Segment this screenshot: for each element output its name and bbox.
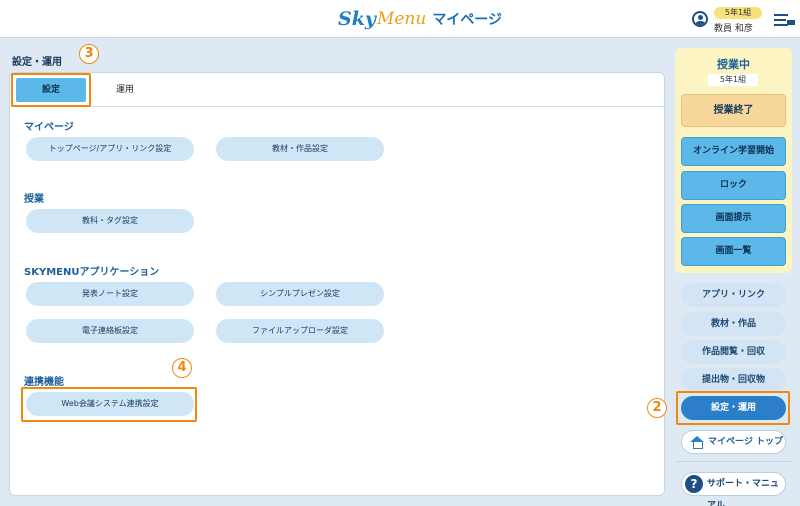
class-name: 5年1組: [708, 74, 758, 86]
online-learning-start-button[interactable]: オンライン学習開始: [681, 137, 786, 166]
header-title: マイページ: [432, 12, 503, 28]
bulletin-board-settings-button[interactable]: 電子連絡板設定: [26, 319, 194, 343]
lock-button[interactable]: ロック: [681, 171, 786, 200]
presentation-note-settings-button[interactable]: 発表ノート設定: [26, 282, 194, 306]
simple-presen-settings-button[interactable]: シンプルプレゼン設定: [216, 282, 384, 306]
highlight-web-meeting: [21, 387, 197, 422]
section-title-apps: SKYMENUアプリケーション: [24, 267, 160, 278]
home-icon: [690, 436, 704, 449]
callout-4: 4: [172, 358, 192, 378]
section-title-class: 授業: [24, 194, 44, 205]
screen-list-button[interactable]: 画面一覧: [681, 237, 786, 266]
callout-2: 2: [647, 398, 667, 418]
end-class-button[interactable]: 授業終了: [681, 94, 786, 127]
sidebar-item-submissions[interactable]: 提出物・回収物: [681, 368, 786, 392]
tab-operation[interactable]: 運用: [95, 78, 155, 102]
hamburger-menu-icon[interactable]: [774, 12, 795, 28]
logo-menu-text: Menu: [376, 9, 427, 29]
subject-tag-settings-button[interactable]: 教科・タグ設定: [26, 209, 194, 233]
user-avatar-icon: [692, 11, 708, 27]
page-title: 設定・運用: [12, 57, 62, 68]
callout-3: 3: [79, 44, 99, 64]
help-icon: ?: [685, 475, 703, 493]
user-info[interactable]: 5年1組 教員 和彦: [692, 7, 767, 34]
file-uploader-settings-button[interactable]: ファイルアップローダ設定: [216, 319, 384, 343]
section-title-mypage: マイページ: [24, 122, 74, 133]
class-status: 授業中: [717, 58, 750, 71]
settings-panel: 設定 運用 マイページ トップページ/アプリ・リンク設定 教材・作品設定 授業 …: [9, 72, 665, 496]
sidebar-item-works-view-collect[interactable]: 作品閲覧・回収: [681, 340, 786, 364]
logo-sky-text: Sky: [338, 8, 376, 30]
user-name: 教員 和彦: [714, 24, 753, 34]
sidebar-item-materials-works[interactable]: 教材・作品: [681, 312, 786, 336]
user-class-badge: 5年1組: [714, 7, 762, 19]
mypage-top-label: マイページ トップ: [708, 437, 783, 447]
toppage-app-link-settings-button[interactable]: トップページ/アプリ・リンク設定: [26, 137, 194, 161]
support-manual-button[interactable]: ? サポート・マニュアル: [681, 472, 786, 506]
sidebar-divider: [676, 461, 792, 462]
highlight-settings-operation: [676, 391, 790, 425]
mypage-top-button[interactable]: マイページ トップ: [681, 430, 786, 454]
skymenu-logo[interactable]: Sky Menu マイページ: [338, 5, 502, 33]
tab-bar: 設定 運用: [10, 73, 664, 107]
materials-works-settings-button[interactable]: 教材・作品設定: [216, 137, 384, 161]
section-title-integration: 連携機能: [24, 377, 64, 388]
support-manual-label: サポート・マニュアル: [707, 479, 780, 506]
sidebar-item-app-link[interactable]: アプリ・リンク: [681, 283, 786, 307]
app-header: Sky Menu マイページ 5年1組 教員 和彦: [0, 0, 800, 38]
screen-present-button[interactable]: 画面提示: [681, 204, 786, 233]
highlight-tab-settings: [11, 73, 91, 107]
in-class-panel: 授業中 5年1組 授業終了 オンライン学習開始 ロック 画面提示 画面一覧: [675, 48, 792, 273]
